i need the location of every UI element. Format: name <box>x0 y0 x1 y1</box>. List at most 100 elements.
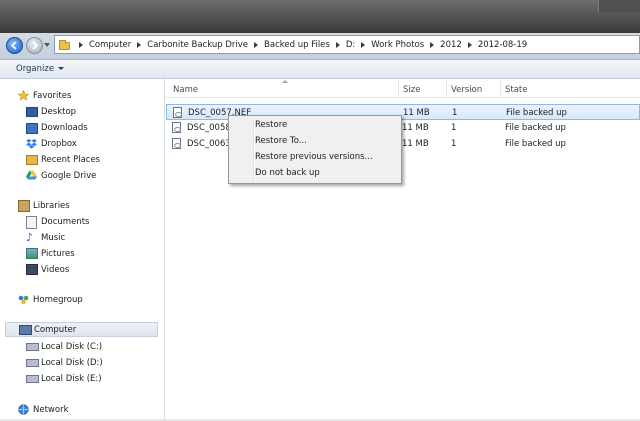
nav-item-label: Documents <box>41 216 90 227</box>
nav-item-label: Desktop <box>41 106 77 117</box>
column-header-name[interactable]: Name <box>173 85 198 95</box>
forward-arrow-icon <box>32 41 39 50</box>
breadcrumb-backed-up-files[interactable]: Backed up Files <box>264 40 330 50</box>
nav-favorites[interactable]: Favorites <box>0 88 164 103</box>
forward-button[interactable] <box>26 37 43 54</box>
nav-item-documents[interactable]: Documents <box>0 214 164 229</box>
nav-favorites-label: Favorites <box>33 90 72 101</box>
column-divider[interactable] <box>398 80 399 96</box>
menu-item-do-not-back-up[interactable]: Do not back up <box>231 166 399 181</box>
breadcrumb-d-drive[interactable]: D: <box>346 40 355 50</box>
nav-computer-label: Computer <box>34 324 77 335</box>
nav-item-label: Google Drive <box>41 170 97 181</box>
breadcrumb-work-photos[interactable]: Work Photos <box>371 40 424 50</box>
chevron-right-icon[interactable] <box>79 41 83 48</box>
nav-homegroup-label: Homegroup <box>33 294 83 305</box>
nav-item-downloads[interactable]: Downloads <box>0 120 164 135</box>
desktop-icon <box>26 107 38 117</box>
folder-icon <box>59 40 70 50</box>
nav-item-label: Music <box>41 232 66 243</box>
file-state: File backed up <box>505 139 566 149</box>
file-name: DSC_0058. <box>187 123 234 133</box>
column-header-size[interactable]: Size <box>403 85 420 95</box>
nav-item-label: Local Disk (E:) <box>41 373 102 384</box>
organize-label: Organize <box>16 64 55 74</box>
chevron-right-icon[interactable] <box>430 41 435 48</box>
file-state: File backed up <box>506 108 567 118</box>
nav-item-videos[interactable]: Videos <box>0 262 164 277</box>
recent-pages-dropdown-icon[interactable] <box>44 43 50 47</box>
file-name: DSC_0063. <box>187 139 234 149</box>
drive-icon <box>26 375 39 383</box>
nav-item-label: Downloads <box>41 122 88 133</box>
nav-item-label: Local Disk (C:) <box>41 341 103 352</box>
menu-item-label: Restore To... <box>255 136 307 146</box>
image-file-icon <box>173 107 182 118</box>
pane-divider[interactable] <box>164 79 165 421</box>
downloads-icon <box>26 123 38 134</box>
nav-item-label: Pictures <box>41 248 75 259</box>
sort-ascending-icon <box>282 80 288 83</box>
chevron-right-icon[interactable] <box>254 41 259 48</box>
nav-libraries[interactable]: Libraries <box>0 198 164 213</box>
nav-item-local-disk-e[interactable]: Local Disk (E:) <box>0 371 164 386</box>
menu-item-restore-previous-versions[interactable]: Restore previous versions... <box>231 150 399 165</box>
image-file-icon <box>172 122 181 133</box>
chevron-right-icon[interactable] <box>335 41 340 48</box>
nav-item-label: Recent Places <box>41 154 101 165</box>
breadcrumb-2012[interactable]: 2012 <box>440 40 462 50</box>
nav-item-label: Dropbox <box>41 138 77 149</box>
documents-icon <box>26 216 37 229</box>
nav-item-recent-places[interactable]: Recent Places <box>0 152 164 167</box>
file-size: 11 MB <box>402 139 429 149</box>
back-button[interactable] <box>6 37 23 54</box>
drive-icon <box>26 359 39 367</box>
breadcrumb-2012-08-19[interactable]: 2012-08-19 <box>478 40 527 50</box>
chevron-right-icon[interactable] <box>361 41 366 48</box>
nav-homegroup[interactable]: Homegroup <box>0 292 164 307</box>
column-header-state[interactable]: State <box>505 85 528 95</box>
nav-item-label: Videos <box>41 264 70 275</box>
menu-item-label: Restore previous versions... <box>255 152 373 162</box>
file-size: 11 MB <box>402 123 429 133</box>
menu-item-restore-to[interactable]: Restore To... <box>231 134 399 149</box>
breadcrumb-carbonite-backup-drive[interactable]: Carbonite Backup Drive <box>147 40 248 50</box>
chevron-down-icon <box>58 67 65 70</box>
nav-item-local-disk-c[interactable]: Local Disk (C:) <box>0 339 164 354</box>
nav-network-label: Network <box>33 404 69 415</box>
column-divider[interactable] <box>446 80 447 96</box>
window-titlebar-control[interactable] <box>598 0 640 12</box>
file-state: File backed up <box>505 123 566 133</box>
context-menu: Restore Restore To... Restore previous v… <box>228 115 402 184</box>
menu-item-label: Restore <box>255 120 288 130</box>
breadcrumb-computer[interactable]: Computer <box>89 40 131 50</box>
nav-item-dropbox[interactable]: Dropbox <box>0 136 164 151</box>
nav-computer[interactable]: Computer <box>5 322 158 337</box>
column-header-version[interactable]: Version <box>451 85 482 95</box>
command-toolbar <box>0 60 640 79</box>
chevron-right-icon[interactable] <box>137 41 142 48</box>
breadcrumb: Computer Carbonite Backup Drive Backed u… <box>73 36 527 53</box>
nav-item-google-drive[interactable]: Google Drive <box>0 168 164 183</box>
image-file-icon <box>172 138 181 149</box>
nav-item-local-disk-d[interactable]: Local Disk (D:) <box>0 355 164 370</box>
organize-button[interactable]: Organize <box>16 64 65 74</box>
nav-item-pictures[interactable]: Pictures <box>0 246 164 261</box>
file-size: 11 MB <box>403 108 430 118</box>
nav-item-music[interactable]: ♪ Music <box>0 230 164 245</box>
nav-item-desktop[interactable]: Desktop <box>0 104 164 119</box>
chevron-right-icon[interactable] <box>467 41 472 48</box>
dropbox-icon <box>26 139 37 149</box>
column-divider[interactable] <box>500 80 501 96</box>
drive-icon <box>26 343 39 351</box>
nav-network[interactable]: Network <box>0 402 164 417</box>
menu-item-restore[interactable]: Restore <box>231 118 399 133</box>
network-icon <box>18 404 29 415</box>
computer-icon <box>19 325 32 335</box>
homegroup-icon <box>18 295 29 305</box>
nav-item-label: Local Disk (D:) <box>41 357 103 368</box>
nav-libraries-label: Libraries <box>33 200 70 211</box>
pictures-icon <box>26 248 38 259</box>
videos-icon <box>26 264 38 275</box>
address-bar[interactable]: Computer Carbonite Backup Drive Backed u… <box>54 35 640 54</box>
